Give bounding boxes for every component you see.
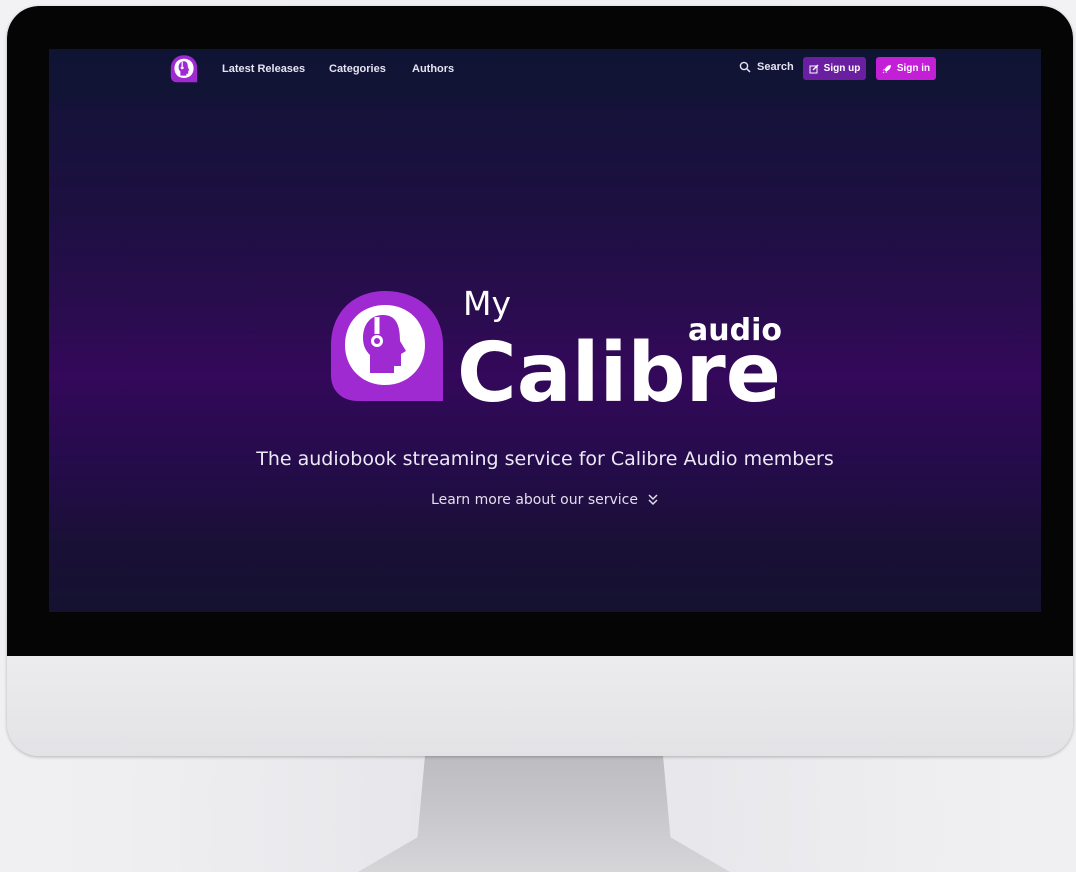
nav-authors[interactable]: Authors	[412, 63, 454, 75]
sign-in-label: Sign in	[896, 63, 931, 74]
hero-tagline: The audiobook streaming service for Cali…	[256, 448, 834, 470]
top-nav: Latest Releases Categories Authors Searc…	[49, 49, 1041, 99]
logo-audio-text: audio	[688, 313, 782, 348]
nav-latest-releases[interactable]: Latest Releases	[222, 63, 305, 75]
rocket-icon	[882, 64, 891, 73]
learn-more-link[interactable]: Learn more about our service	[49, 492, 1041, 508]
my-calibre-audio-logo: My Calibre audio	[331, 284, 782, 413]
nav-categories[interactable]: Categories	[329, 63, 386, 75]
brand-head-icon	[331, 291, 443, 401]
double-chevron-down-icon	[648, 494, 658, 506]
search-link[interactable]: Search	[739, 61, 794, 73]
sign-in-button[interactable]: Sign in	[876, 57, 936, 80]
brand-logo-icon[interactable]	[169, 54, 199, 84]
screen: Latest Releases Categories Authors Searc…	[49, 49, 1041, 612]
learn-more-label: Learn more about our service	[431, 492, 638, 508]
monitor-chin	[7, 656, 1073, 756]
sign-up-label: Sign up	[823, 63, 861, 74]
search-label: Search	[757, 61, 794, 73]
monitor: Latest Releases Categories Authors Searc…	[7, 6, 1073, 756]
sign-up-button[interactable]: Sign up	[803, 57, 866, 80]
logo-my-text: My	[463, 284, 511, 323]
search-icon	[739, 61, 751, 73]
edit-icon	[809, 64, 819, 73]
